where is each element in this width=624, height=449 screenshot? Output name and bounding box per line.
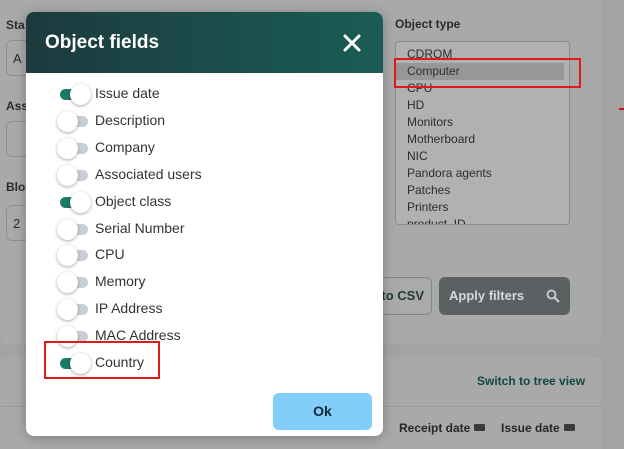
toggle-knob bbox=[70, 84, 91, 105]
column-issue-date-label: Issue date bbox=[501, 421, 560, 435]
block-label: Blo bbox=[6, 180, 26, 194]
sort-icon bbox=[474, 424, 486, 431]
object-type-option[interactable]: NIC bbox=[396, 148, 569, 165]
field-row: IP Address bbox=[57, 298, 358, 325]
column-issue-date[interactable]: Issue date bbox=[501, 421, 575, 435]
object-fields-modal: Object fields Issue date Description Compa… bbox=[26, 12, 383, 436]
toggle-knob bbox=[57, 272, 78, 294]
field-row: Serial Number bbox=[57, 218, 358, 245]
toggle-knob bbox=[57, 137, 78, 159]
toggle-knob bbox=[57, 299, 78, 321]
field-label: Issue date bbox=[95, 85, 160, 101]
object-type-option[interactable]: Motherboard bbox=[396, 131, 569, 148]
field-toggle[interactable] bbox=[60, 191, 91, 213]
column-receipt-date[interactable]: Receipt date bbox=[399, 421, 486, 435]
field-toggle[interactable] bbox=[57, 110, 88, 132]
field-row: Company bbox=[57, 137, 358, 164]
object-type-option[interactable]: Pandora agents bbox=[396, 165, 569, 182]
switch-tree-view-link[interactable]: Switch to tree view bbox=[477, 374, 585, 388]
computer-highlight-box bbox=[394, 58, 581, 88]
field-toggle[interactable] bbox=[57, 245, 88, 267]
search-icon bbox=[546, 289, 560, 303]
field-row: Object class bbox=[58, 191, 358, 218]
field-label: Serial Number bbox=[95, 219, 185, 236]
field-row: CPU bbox=[57, 244, 358, 271]
close-icon[interactable] bbox=[340, 31, 364, 55]
field-row: Description bbox=[57, 110, 358, 137]
status-label: Sta bbox=[6, 18, 25, 32]
object-type-option[interactable]: product_ID bbox=[396, 216, 569, 224]
field-toggle[interactable] bbox=[57, 299, 88, 321]
field-label: Description bbox=[95, 111, 166, 128]
object-type-label: Object type bbox=[395, 17, 461, 31]
sort-icon bbox=[563, 424, 575, 431]
toggle-knob bbox=[57, 245, 78, 267]
country-highlight-box bbox=[44, 341, 160, 379]
modal-header: Object fields bbox=[26, 12, 383, 73]
toggle-knob bbox=[70, 191, 91, 213]
toggle-knob bbox=[57, 110, 78, 132]
associated-label: Ass bbox=[6, 99, 29, 113]
red-arrow-mark bbox=[619, 108, 624, 110]
ok-button[interactable]: Ok bbox=[273, 393, 372, 430]
fields-list: Issue date Description Company Associated u… bbox=[26, 73, 383, 378]
toggle-knob bbox=[57, 218, 78, 240]
object-type-option[interactable]: Printers bbox=[396, 199, 569, 216]
field-label: IP Address bbox=[95, 300, 163, 317]
field-label: Memory bbox=[95, 273, 146, 290]
apply-filters-button[interactable]: Apply filters bbox=[439, 277, 570, 315]
field-toggle[interactable] bbox=[60, 84, 91, 105]
field-toggle[interactable] bbox=[57, 137, 88, 159]
column-receipt-date-label: Receipt date bbox=[399, 421, 471, 435]
block-input-value: 2 bbox=[13, 216, 21, 231]
apply-filters-label: Apply filters bbox=[449, 288, 525, 303]
field-toggle[interactable] bbox=[57, 164, 88, 186]
object-type-option[interactable]: Patches bbox=[396, 182, 569, 199]
field-toggle[interactable] bbox=[57, 272, 88, 294]
field-toggle[interactable] bbox=[57, 218, 88, 240]
field-row: Memory bbox=[57, 271, 358, 298]
field-label: Object class bbox=[95, 192, 172, 209]
status-select-value: A bbox=[13, 51, 22, 66]
object-type-option[interactable]: Monitors bbox=[396, 114, 569, 131]
field-label: Company bbox=[95, 138, 155, 155]
modal-title: Object fields bbox=[45, 32, 160, 53]
object-type-option[interactable]: HD bbox=[396, 97, 569, 114]
field-row: Issue date bbox=[58, 83, 358, 110]
field-label: Associated users bbox=[95, 165, 202, 182]
toggle-knob bbox=[57, 164, 78, 186]
field-row: Associated users bbox=[57, 164, 358, 191]
field-label: CPU bbox=[95, 246, 125, 263]
